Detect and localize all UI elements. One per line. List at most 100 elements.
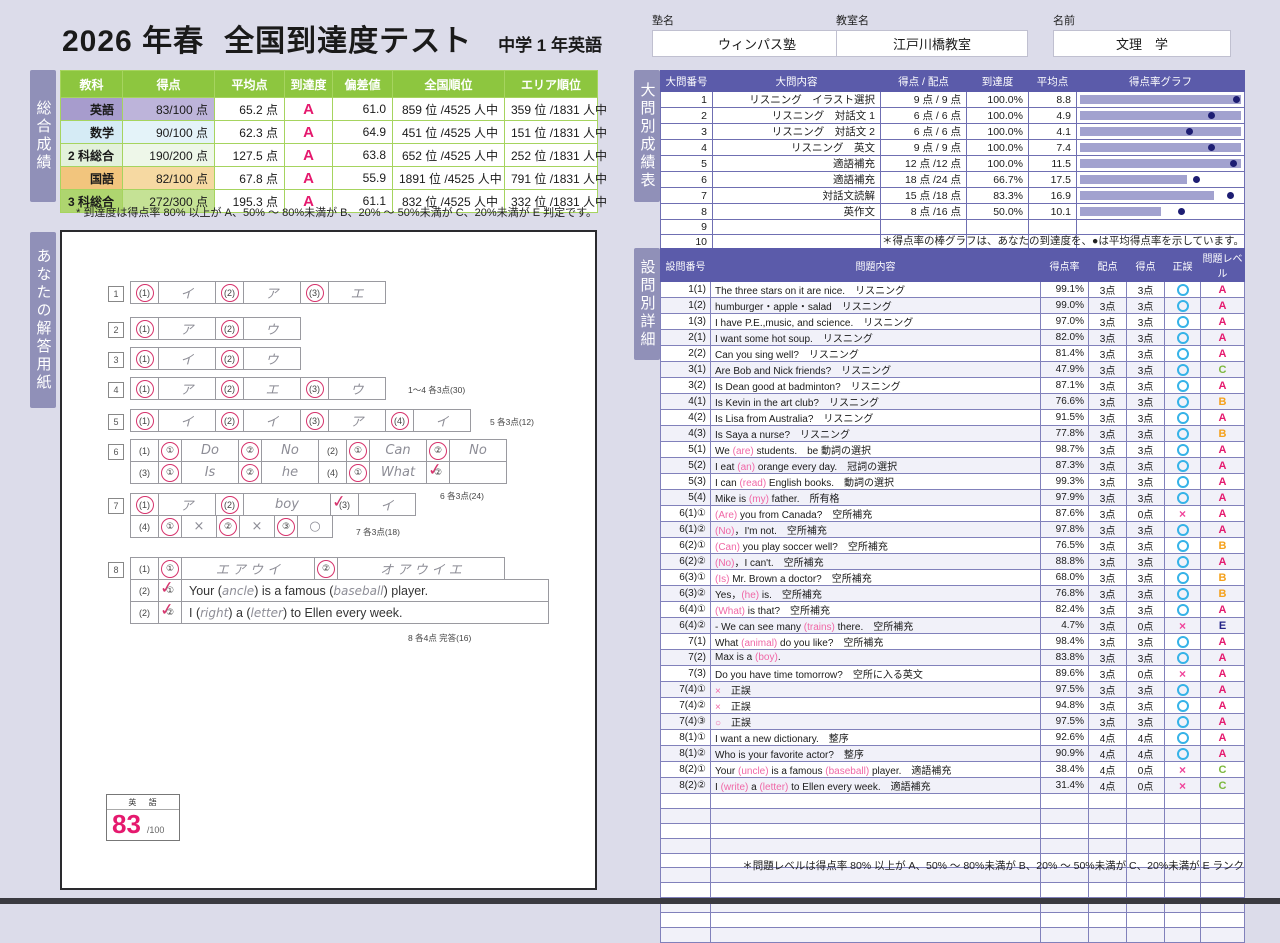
empty-cell <box>1127 808 1165 823</box>
correctness-cell <box>1165 634 1201 650</box>
rate-bar <box>1080 127 1241 136</box>
answer-section-4: 4(1)ア(2)エ(3)ウ1～4 各3点(30) <box>108 378 386 400</box>
level-badge: A <box>1219 508 1227 520</box>
table-row: 4(1)Is Kevin in the art club? リスニング76.6%… <box>661 394 1245 410</box>
rate-cell: 83.8% <box>1041 650 1089 666</box>
average-dot-icon <box>1178 208 1185 215</box>
correct-circle-icon <box>1177 444 1189 456</box>
level-cell: A <box>1201 506 1245 522</box>
handwritten-answer: What <box>381 465 415 480</box>
subject-cell: 数学 <box>61 121 123 144</box>
earned-points-cell: 4点 <box>1127 746 1165 762</box>
question-content-cell: ○ 正誤 <box>711 714 1041 730</box>
rate-cell: 76.5% <box>1041 538 1089 554</box>
setsumon-header-cell: 得点率 <box>1041 249 1089 282</box>
table-row: 5(1)We (are) students. be 動詞の選択98.7%3点3点… <box>661 442 1245 458</box>
red-check-annotation: ✓ <box>331 491 347 512</box>
question-text: do you like? 空所補充 <box>777 638 883 649</box>
earned-points-cell: 4点 <box>1127 730 1165 746</box>
daimon-rate-cell: 100.0% <box>967 124 1029 140</box>
setsumon-header-cell: 設問番号 <box>661 249 711 282</box>
question-content-cell: Is Kevin in the art club? リスニング <box>711 394 1041 410</box>
level-badge: A <box>1219 476 1227 488</box>
setsumon-header-cell: 配点 <box>1089 249 1127 282</box>
answer-word-highlight: (No) <box>715 526 734 537</box>
allotted-points-cell: 3点 <box>1089 666 1127 682</box>
rate-cell: 76.8% <box>1041 586 1089 602</box>
section-number: 4 <box>108 382 124 398</box>
answer-cell: ア <box>158 377 216 400</box>
score-rate-bar <box>1080 207 1241 216</box>
question-text: students. be 動詞の選択 <box>754 446 871 457</box>
empty-cell <box>711 913 1041 928</box>
summary-table: 教科得点平均点到達度偏差値全国順位エリア順位英語83/100 点65.2 点A6… <box>60 70 598 213</box>
empty-cell <box>1165 928 1201 943</box>
level-badge: A <box>1219 284 1227 296</box>
correct-circle-icon <box>1177 476 1189 488</box>
table-row: 2(2)Can you sing well? リスニング81.4%3点3点A <box>661 346 1245 362</box>
question-number-cell: 6(1)① <box>661 506 711 522</box>
answer-row: (1)ア(2)ウ <box>131 318 301 340</box>
allotted-points-cell: 3点 <box>1089 618 1127 634</box>
earned-points-cell: 3点 <box>1127 682 1165 698</box>
allotted-points-cell: 3点 <box>1089 714 1127 730</box>
question-content-cell: The three stars on it are nice. リスニング <box>711 282 1041 298</box>
question-text: I want some hot soup. リスニング <box>715 334 873 345</box>
empty-cell <box>1041 794 1089 809</box>
item-number-cell: (3) <box>300 281 329 304</box>
allotted-points-cell: 3点 <box>1089 554 1127 570</box>
answer-row: (1)ア(2)boy(3)✓イ <box>131 494 416 516</box>
table-row: 3(1)Are Bob and Nick friends? リスニング47.9%… <box>661 362 1245 378</box>
rate-cell: 81.4% <box>1041 346 1089 362</box>
allotted-points-cell: 3点 <box>1089 426 1127 442</box>
allotted-points-cell: 4点 <box>1089 746 1127 762</box>
allotted-points-cell: 3点 <box>1089 634 1127 650</box>
daimon-score-cell: 6 点 / 6 点 <box>881 124 967 140</box>
answer-row: (1)イ(2)ウ <box>131 348 301 370</box>
empty-cell <box>1127 794 1165 809</box>
question-content-cell: × 正誤 <box>711 698 1041 714</box>
summary-header-row: 教科得点平均点到達度偏差値全国順位エリア順位 <box>61 71 598 98</box>
question-content-cell: - We can see many (trains) there. 空所補充 <box>711 618 1041 634</box>
question-number-cell: 8(1)② <box>661 746 711 762</box>
score-rate-bar <box>1080 95 1241 104</box>
empty-cell <box>1041 928 1089 943</box>
answer-cell: No <box>261 439 319 462</box>
red-circle-annotation <box>136 412 154 430</box>
handwritten-answer: Do <box>201 443 219 458</box>
level-cell: A <box>1201 602 1245 618</box>
tab-setsumon: 設問別詳細 <box>634 248 660 360</box>
field-namae: 名前 文理 学 <box>1053 12 1231 57</box>
earned-points-cell: 3点 <box>1127 490 1165 506</box>
empty-cell <box>1089 838 1127 853</box>
field-juku-label: 塾名 <box>652 12 862 28</box>
correctness-cell <box>1165 682 1201 698</box>
red-circle-annotation <box>317 560 335 578</box>
allotted-points-cell: 3点 <box>1089 298 1127 314</box>
correct-circle-icon <box>1177 348 1189 360</box>
item-number-cell: (2) <box>215 409 244 432</box>
item-number-cell: (1) <box>130 409 159 432</box>
title-main: 全国到達度テスト <box>224 25 472 58</box>
wrong-x-icon: × <box>1179 667 1186 681</box>
daimon-rate-cell: 100.0% <box>967 92 1029 108</box>
correctness-cell <box>1165 282 1201 298</box>
item-number-cell: (2) <box>215 493 244 516</box>
rate-bar <box>1080 191 1214 200</box>
daimon-score-cell: 18 点 /24 点 <box>881 172 967 188</box>
summary-header-cell: エリア順位 <box>505 71 598 98</box>
red-check-annotation: ✓ <box>159 599 175 620</box>
question-text: Is Lisa from Australia? リスニング <box>715 414 873 425</box>
question-content-cell: I can (read) English books. 動詞の選択 <box>711 474 1041 490</box>
correct-circle-icon <box>1177 396 1189 408</box>
handwritten-answer: ア <box>350 411 363 430</box>
answer-word-highlight: (he) <box>741 590 759 601</box>
score-rate-bar <box>1080 143 1241 152</box>
answer-word-highlight: (letter) <box>759 782 788 793</box>
level-badge: A <box>1219 668 1227 680</box>
average-dot-icon <box>1186 128 1193 135</box>
red-circle-annotation <box>221 380 239 398</box>
deviation-cell: 55.9 <box>333 167 393 190</box>
correctness-cell <box>1165 330 1201 346</box>
rate-cell: 97.5% <box>1041 682 1089 698</box>
